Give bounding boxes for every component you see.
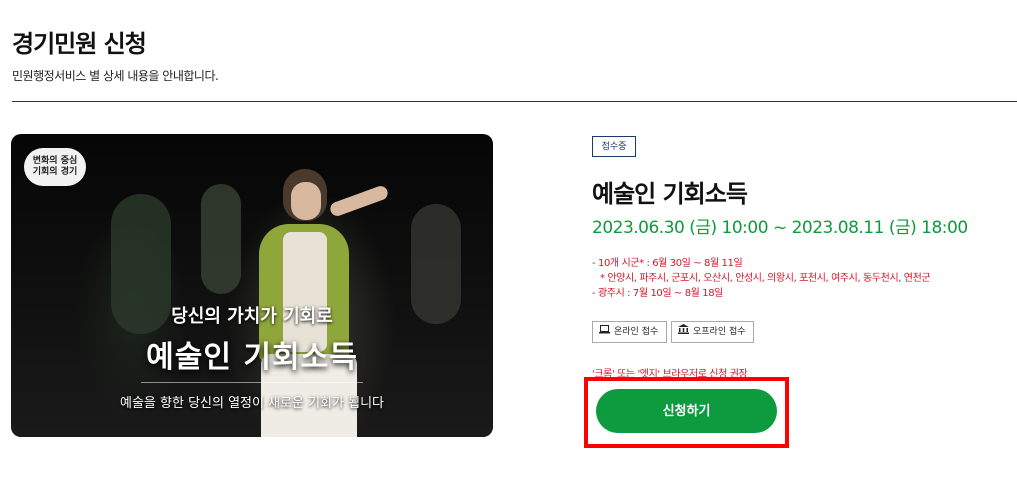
- background-dancer: [201, 184, 241, 294]
- application-period: 2023.06.30 (금) 10:00 ~ 2023.08.11 (금) 18…: [592, 218, 968, 238]
- offline-channel-tag: 오프라인 접수: [671, 321, 754, 343]
- online-channel-tag: 온라인 접수: [592, 321, 667, 343]
- banner-headline: 예술인 기회소득: [146, 340, 358, 375]
- header-divider: [12, 101, 1017, 102]
- banner-divider: [141, 382, 363, 383]
- page-title: 경기민원 신청: [12, 30, 147, 58]
- performer-face: [291, 182, 321, 220]
- promo-banner-image: 변화의 중심 기회의 경기 당신의 가치가 기회로 예술인 기회소득 예술을 향…: [11, 134, 493, 437]
- apply-button[interactable]: 신청하기: [596, 389, 777, 433]
- performer-arm: [328, 184, 390, 218]
- laptop-icon: [598, 322, 610, 342]
- building-icon: [677, 322, 689, 342]
- page-description: 민원행정서비스 별 상세 내용을 안내합니다.: [12, 69, 219, 83]
- notice-line: - 10개 시군* : 6월 30일 ~ 8월 11일: [592, 258, 743, 269]
- schedule-notice: - 10개 시군* : 6월 30일 ~ 8월 11일 * 안양시, 파주시, …: [592, 256, 931, 301]
- status-badge: 접수중: [592, 136, 636, 157]
- banner-subheadline: 당신의 가치가 기회로: [171, 306, 333, 327]
- gyeonggi-slogan-logo: 변화의 중심 기회의 경기: [24, 148, 86, 186]
- notice-line: - 광주시 : 7월 10일 ~ 8월 18일: [592, 288, 723, 299]
- notice-line: * 안양시, 파주시, 군포시, 오산시, 안성시, 의왕시, 포천시, 여주시…: [600, 273, 931, 284]
- banner-caption: 예술을 향한 당신의 열정이 새로운 기회가 됩니다: [120, 396, 384, 411]
- service-title: 예술인 기회소득: [592, 180, 748, 208]
